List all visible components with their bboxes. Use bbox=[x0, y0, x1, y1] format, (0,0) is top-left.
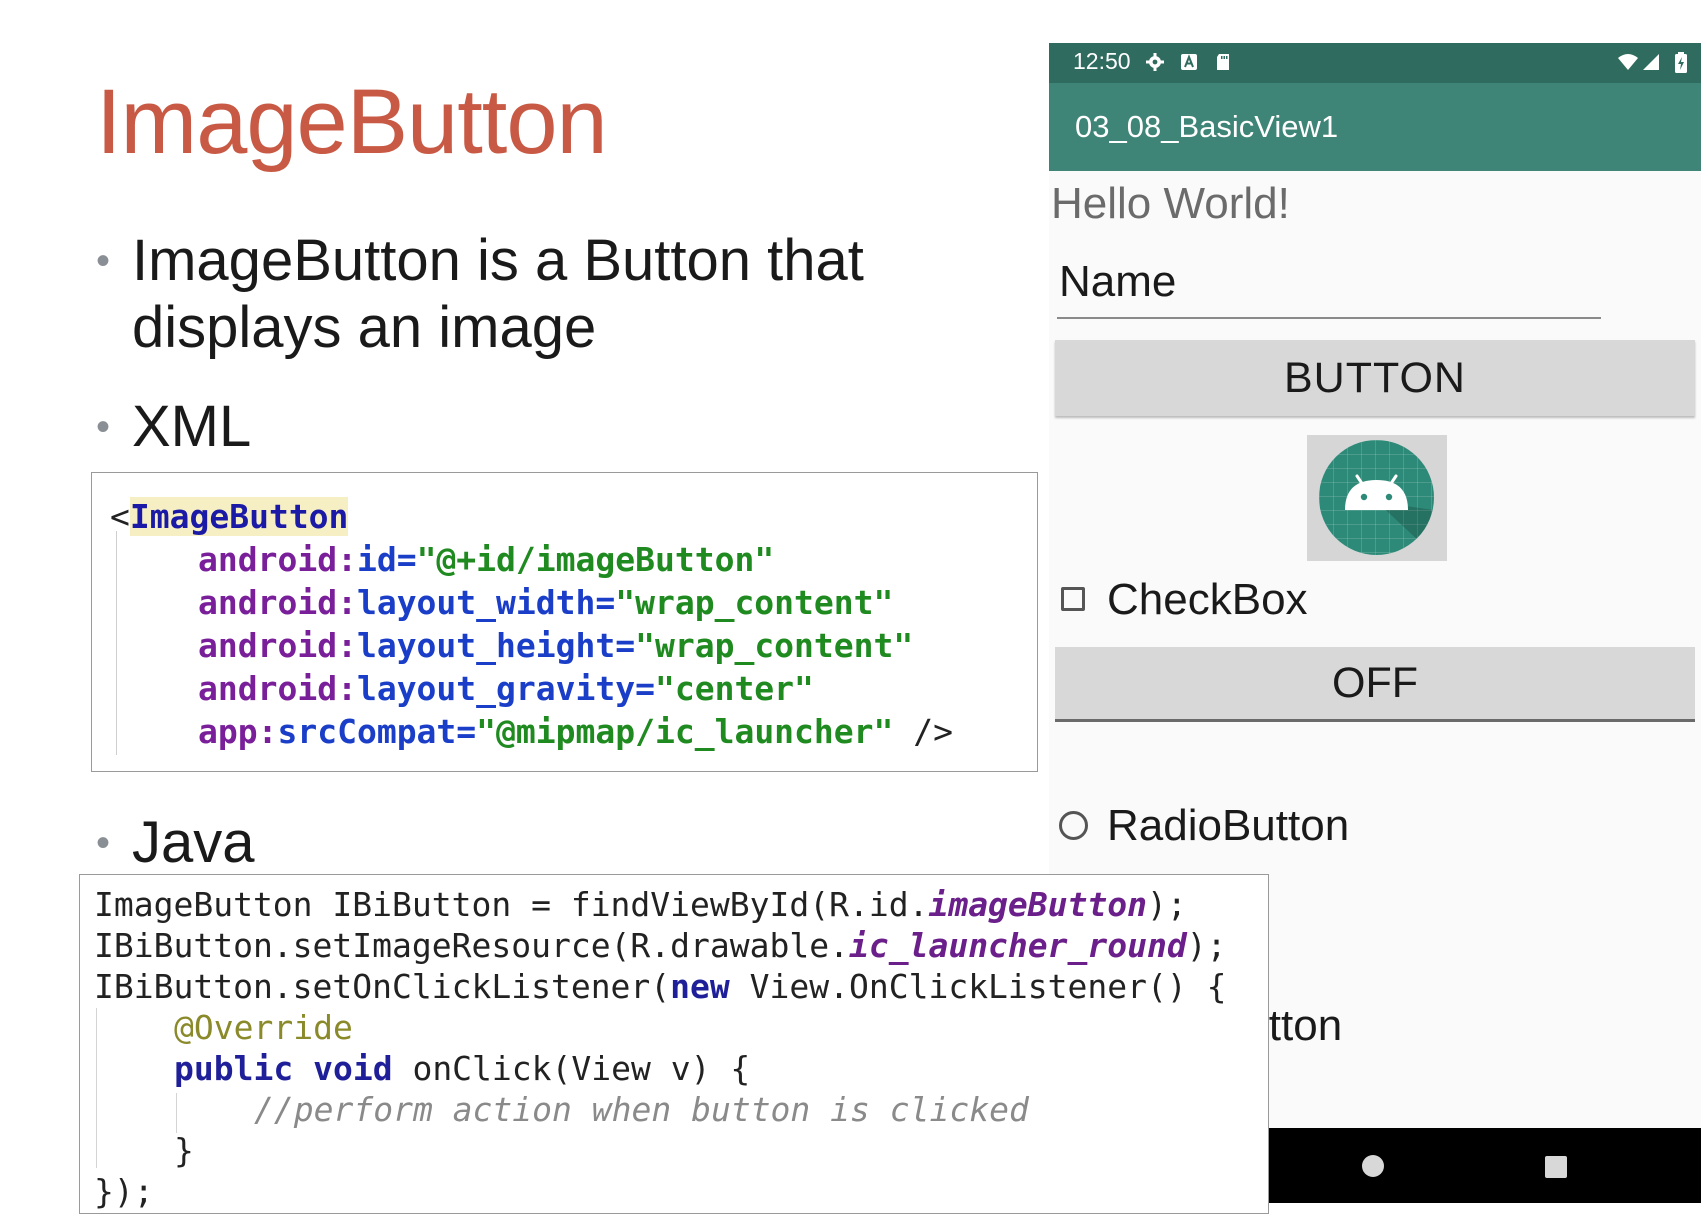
java-keyword: new bbox=[670, 967, 730, 1006]
signal-icon bbox=[1641, 52, 1661, 72]
indent-guide bbox=[96, 1008, 97, 1168]
java-keyword: void bbox=[313, 1049, 393, 1088]
slide-title: ImageButton bbox=[96, 71, 608, 173]
java-line: public void onClick(View v) { bbox=[174, 1049, 750, 1089]
battery-icon bbox=[1671, 52, 1691, 73]
settings-icon bbox=[1145, 52, 1165, 72]
a-icon bbox=[1179, 52, 1199, 72]
status-bar: 12:50 bbox=[1049, 43, 1701, 83]
xml-tag-name: ImageButton bbox=[129, 497, 349, 536]
xml-attr-ns: app: bbox=[198, 712, 278, 751]
xml-open-tag: <ImageButton bbox=[110, 495, 349, 538]
xml-attr-line: android:id="@+id/imageButton" bbox=[198, 538, 774, 581]
xml-attr-value: "@+id/imageButton" bbox=[416, 540, 775, 579]
xml-attr-ns: android: bbox=[198, 540, 357, 579]
xml-attr-name: layout_gravity= bbox=[356, 669, 655, 708]
xml-attr-value: "center" bbox=[654, 669, 814, 708]
java-line: @Override bbox=[174, 1008, 353, 1048]
java-code-text: ); bbox=[1186, 926, 1227, 965]
hello-world-text: Hello World! bbox=[1051, 179, 1290, 228]
xml-attr-line: android:layout_width="wrap_content" bbox=[198, 581, 893, 624]
recents-icon[interactable] bbox=[1545, 1156, 1567, 1178]
bullet-marker: • bbox=[96, 239, 111, 283]
xml-attr-name: layout_height= bbox=[356, 626, 636, 665]
xml-attr-value: "wrap_content" bbox=[635, 626, 914, 665]
java-line: } bbox=[174, 1131, 194, 1171]
java-code-text: IBiButton.setImageResource(R.drawable. bbox=[94, 926, 849, 965]
bullet-marker: • bbox=[96, 821, 111, 865]
java-line: ImageButton IBiButton = findViewById(R.i… bbox=[94, 885, 1187, 925]
bullet-marker: • bbox=[96, 405, 111, 449]
java-field-ref: ic_launcher_round bbox=[848, 926, 1187, 965]
xml-attr-line: app:srcCompat="@mipmap/ic_launcher" /> bbox=[198, 710, 953, 753]
image-button[interactable] bbox=[1307, 435, 1447, 561]
xml-attr-ns: android: bbox=[198, 583, 357, 622]
xml-attr-line: android:layout_height="wrap_content" bbox=[198, 624, 913, 667]
xml-self-close: /> bbox=[893, 712, 954, 751]
home-icon[interactable] bbox=[1362, 1155, 1384, 1177]
app-bar: 03_08_BasicView1 bbox=[1049, 83, 1701, 171]
xml-code-block: <ImageButton android:id="@+id/imageButto… bbox=[91, 472, 1038, 772]
bullet-text-line1: ImageButton is a Button that bbox=[132, 228, 864, 293]
app-title: 03_08_BasicView1 bbox=[1075, 109, 1339, 144]
button[interactable]: BUTTON bbox=[1055, 340, 1695, 416]
java-comment: //perform action when button is clicked bbox=[254, 1090, 1029, 1129]
checkbox-box[interactable] bbox=[1061, 587, 1085, 611]
radio-circle[interactable] bbox=[1059, 811, 1088, 840]
name-hint: Name bbox=[1059, 257, 1177, 306]
xml-angle-bracket: < bbox=[110, 497, 130, 536]
java-code-text: View.OnClickListener() { bbox=[729, 967, 1227, 1006]
java-line: }); bbox=[94, 1172, 154, 1212]
wifi-icon bbox=[1617, 52, 1638, 72]
partial-button-text: itton bbox=[1259, 1001, 1343, 1050]
xml-attr-value: "wrap_content" bbox=[615, 583, 894, 622]
java-line: IBiButton.setOnClickListener(new View.On… bbox=[94, 967, 1226, 1007]
bullet-text-java: Java bbox=[132, 810, 255, 875]
bullet-text-xml: XML bbox=[132, 394, 252, 459]
radio-label: RadioButton bbox=[1107, 801, 1350, 850]
checkbox-label: CheckBox bbox=[1107, 575, 1308, 624]
java-code-text: ImageButton IBiButton = findViewById(R.i… bbox=[94, 885, 929, 924]
java-field-ref: imageButton bbox=[928, 885, 1147, 924]
xml-attr-value: "@mipmap/ic_launcher" bbox=[476, 712, 894, 751]
xml-attr-name: srcCompat= bbox=[277, 712, 477, 751]
xml-attr-name: id= bbox=[356, 540, 417, 579]
toggle-button[interactable]: OFF bbox=[1055, 647, 1695, 722]
sd-card-icon bbox=[1213, 52, 1233, 72]
indent-guide bbox=[176, 1093, 177, 1133]
java-code-text: }); bbox=[94, 1172, 154, 1211]
java-code-text: IBiButton.setOnClickListener( bbox=[94, 967, 671, 1006]
java-line: IBiButton.setImageResource(R.drawable.ic… bbox=[94, 926, 1227, 966]
xml-attr-ns: android: bbox=[198, 626, 357, 665]
android-launcher-icon bbox=[1319, 440, 1434, 555]
java-code-text: onClick(View v) { bbox=[392, 1049, 751, 1088]
xml-attr-name: layout_width= bbox=[356, 583, 616, 622]
status-time: 12:50 bbox=[1073, 48, 1131, 74]
java-line: //perform action when button is clicked bbox=[254, 1090, 1029, 1130]
java-code-block: ImageButton IBiButton = findViewById(R.i… bbox=[79, 874, 1269, 1214]
name-edittext[interactable]: Name bbox=[1057, 247, 1601, 319]
java-code-text: ); bbox=[1147, 885, 1187, 924]
bullet-text-line2: displays an image bbox=[132, 295, 597, 360]
java-keyword: public bbox=[174, 1049, 294, 1088]
indent-guide bbox=[116, 531, 117, 755]
xml-attr-line: android:layout_gravity="center" bbox=[198, 667, 814, 710]
java-code-text: } bbox=[174, 1131, 194, 1170]
java-annotation: @Override bbox=[174, 1008, 353, 1047]
xml-attr-ns: android: bbox=[198, 669, 357, 708]
